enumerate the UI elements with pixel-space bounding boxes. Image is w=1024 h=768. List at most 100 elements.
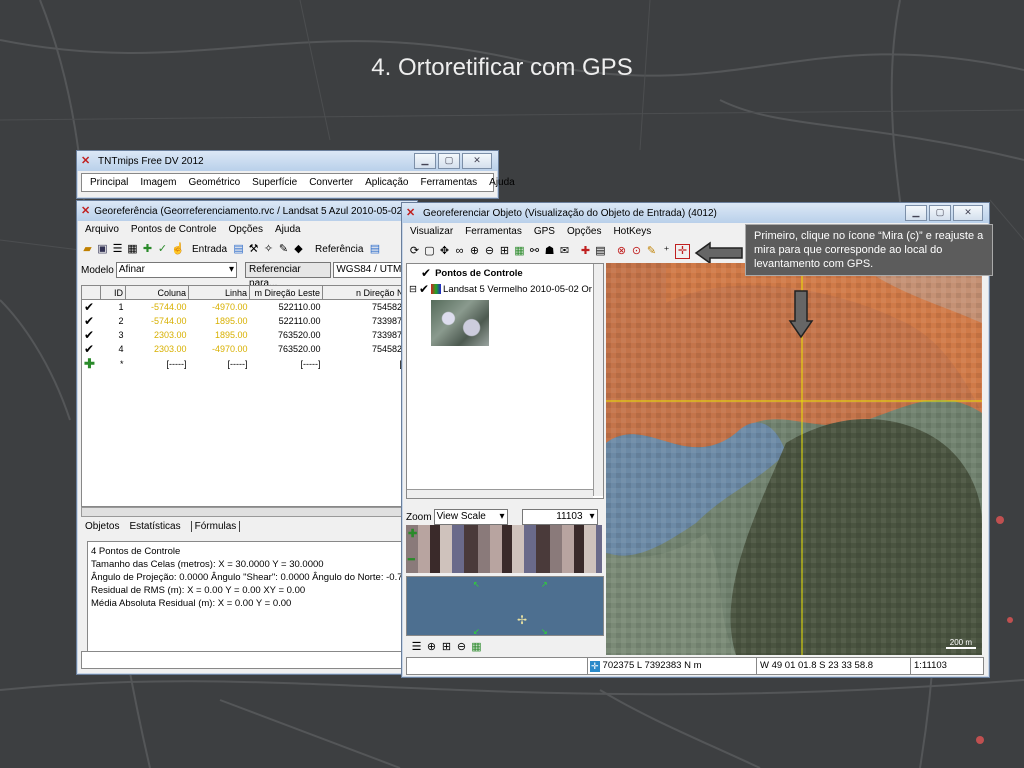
table-row[interactable]: ✔ 2 -5744.00 1895.00 522110.00 7339870.0… [82, 314, 417, 328]
id-col-header[interactable]: ID [100, 286, 126, 300]
stats-line: Tamanho das Celas (metros): X = 30.0000 … [91, 559, 324, 570]
referencia-layer-icon[interactable]: ▤ [368, 243, 381, 256]
layer-row[interactable]: ⊟ ✔ Landsat 5 Vermelho 2010-05-02 Or [407, 282, 603, 296]
menu-hotkeys[interactable]: HotKeys [613, 226, 651, 237]
zoom-in-icon[interactable]: ⊕ [468, 245, 481, 258]
menu-arquivo[interactable]: Arquivo [85, 224, 119, 235]
zoom-box-icon[interactable]: ⊞ [440, 641, 453, 654]
row-coluna: 2303.00 [153, 344, 187, 354]
tab-estatisticas[interactable]: Estatísticas [129, 521, 180, 532]
menu-ferramentas[interactable]: Ferramentas [420, 177, 477, 188]
tab-objetos[interactable]: Objetos [85, 521, 119, 532]
menu-ferramentas[interactable]: Ferramentas [465, 226, 522, 237]
leste-col-header[interactable]: m Direção Leste [249, 286, 323, 300]
gps-icon[interactable]: ☗ [543, 245, 556, 258]
zoom-box-icon[interactable]: ⊞ [498, 245, 511, 258]
svg-text:↖: ↖ [473, 580, 480, 589]
pointer-icon[interactable]: ☝ [171, 243, 185, 256]
add-layer-icon[interactable]: ✚ [579, 245, 592, 258]
list-icon[interactable]: ☰ [111, 243, 124, 256]
entrada-wand-icon[interactable]: ✧ [262, 243, 275, 256]
menu-visualizar[interactable]: Visualizar [410, 226, 453, 237]
accept-icon[interactable]: ✓ [156, 243, 169, 256]
model-select[interactable]: Afinar ▾ [115, 262, 238, 278]
checkmark-icon[interactable]: ✔ [82, 314, 101, 328]
coluna-col-header[interactable]: Coluna [125, 286, 189, 300]
full-extent-icon[interactable]: ▦ [470, 641, 483, 654]
checkmark-icon[interactable]: ✔ [82, 328, 101, 342]
crosshair-mira-icon[interactable]: ✛ [675, 243, 690, 259]
save-icon[interactable]: ▣ [96, 243, 109, 256]
full-extent-icon[interactable]: ▦ [513, 245, 526, 258]
close-button[interactable]: ✕ [462, 153, 492, 169]
layer-group-row[interactable]: ✔ Pontos de Controle [407, 264, 603, 282]
menu-ajuda[interactable]: Ajuda [275, 224, 301, 235]
close-button[interactable]: ✕ [953, 205, 983, 221]
table-hscrollbar[interactable] [81, 507, 417, 517]
add-point-icon[interactable]: ✚ [141, 243, 154, 256]
checkmark-icon[interactable]: ✔ [82, 300, 101, 314]
minimize-button[interactable]: ▁ [414, 153, 436, 169]
zoom-in-icon[interactable]: ⊕ [425, 641, 438, 654]
layer-manager-icon[interactable]: ▤ [594, 245, 607, 258]
export-icon[interactable]: ✉ [558, 245, 571, 258]
linha-col-header[interactable]: Linha [188, 286, 250, 300]
layer-thumbnail[interactable] [431, 300, 489, 346]
list-view-icon[interactable]: ☰ [410, 641, 423, 654]
pan-icon[interactable]: ✥ [438, 245, 451, 258]
maximize-button[interactable]: ▢ [438, 153, 460, 169]
zoom-tool-icon[interactable]: ⊙ [630, 245, 643, 258]
main-titlebar: ✕ TNTmips Free DV 2012 ▁ ▢ ✕ [77, 151, 498, 171]
row-coluna: 2303.00 [153, 330, 187, 340]
collapse-icon[interactable]: ⊟ [409, 284, 417, 295]
entrada-layer-icon[interactable]: ▤ [232, 243, 245, 256]
checkmark-icon[interactable]: ✔ [419, 282, 429, 296]
binoculars-icon[interactable]: ∞ [453, 245, 466, 258]
zoom-out-icon[interactable]: ⊖ [483, 245, 496, 258]
menu-gps[interactable]: GPS [534, 226, 555, 237]
locator-panel[interactable]: ↖ ↗ ↙ ↘ ✢ [406, 576, 604, 636]
redraw-icon[interactable]: ⟳ [408, 245, 421, 258]
zoom-mode-select[interactable]: View Scale ▾ [433, 509, 508, 525]
menu-principal[interactable]: Principal [90, 177, 128, 188]
menu-opcoes[interactable]: Opções [229, 224, 263, 235]
row-leste: 522110.00 [278, 302, 321, 312]
minimize-button[interactable]: ▁ [905, 205, 927, 221]
table-icon[interactable]: ▦ [126, 243, 139, 256]
row-id: 1 [118, 302, 124, 312]
entrada-tools-icon[interactable]: ⚒ [247, 243, 260, 256]
stop-icon[interactable]: ⊗ [615, 245, 628, 258]
maximize-button[interactable]: ▢ [929, 205, 951, 221]
entrada-erase-icon[interactable]: ✎ [277, 243, 290, 256]
referenciar-para-button[interactable]: Referenciar para... [245, 262, 332, 289]
checkmark-icon[interactable]: ✔ [421, 266, 431, 280]
row-coluna: -5744.00 [150, 302, 187, 312]
pencil-icon[interactable]: ✎ [645, 245, 658, 258]
open-folder-icon[interactable]: ▰ [81, 243, 94, 256]
checkmark-icon[interactable]: ✔ [82, 342, 101, 356]
zoom-out-icon[interactable]: ⊖ [455, 641, 468, 654]
table-row[interactable]: ✔ 4 2303.00 -4970.00 763520.00 7545820.0… [82, 342, 417, 356]
layer-vscrollbar[interactable] [593, 264, 603, 496]
plus-k-icon[interactable]: ⁺ [660, 245, 673, 258]
menu-opcoes[interactable]: Opções [567, 226, 601, 237]
link-icon[interactable]: ⚯ [528, 245, 541, 258]
menu-ajuda[interactable]: Ajuda [489, 177, 515, 188]
menu-superficie[interactable]: Superfície [252, 177, 297, 188]
add-plus-icon[interactable]: ✚ [82, 356, 101, 372]
layer-hscrollbar[interactable] [407, 489, 593, 498]
tab-formulas[interactable]: Fórmulas [190, 521, 241, 532]
zoom-value-field[interactable]: 11103 ▾ [521, 509, 598, 525]
table-row-new[interactable]: ✚ * [-----] [-----] [-----] [-----] [82, 356, 417, 372]
magnifier-zoom-in-icon[interactable]: ✚ [408, 527, 417, 540]
menu-imagem[interactable]: Imagem [140, 177, 176, 188]
menu-pontos-controle[interactable]: Pontos de Controle [131, 224, 217, 235]
table-row[interactable]: ✔ 1 -5744.00 -4970.00 522110.00 7545820.… [82, 300, 417, 314]
menu-converter[interactable]: Converter [309, 177, 353, 188]
menu-aplicacao[interactable]: Aplicação [365, 177, 408, 188]
table-row[interactable]: ✔ 3 2303.00 1895.00 763520.00 7339870.00 [82, 328, 417, 342]
magnifier-zoom-out-icon[interactable]: ━ [408, 553, 415, 566]
select-box-icon[interactable]: ▢ [423, 245, 436, 258]
entrada-tag-icon[interactable]: ◆ [292, 243, 305, 256]
menu-geometrico[interactable]: Geométrico [188, 177, 240, 188]
